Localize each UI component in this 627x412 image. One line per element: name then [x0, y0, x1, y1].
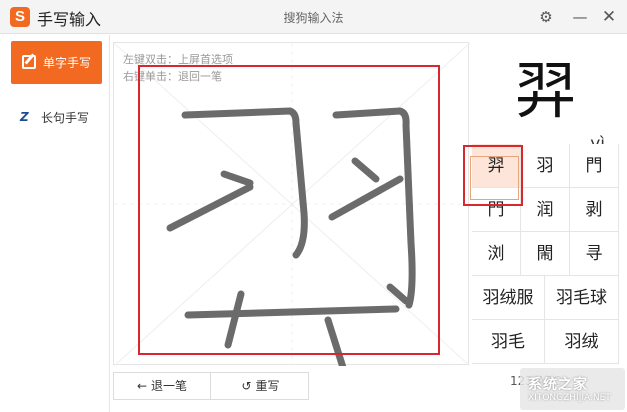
single-char-mode-button[interactable]: 单字手写: [11, 41, 102, 84]
candidate-cell[interactable]: 寻: [570, 232, 619, 276]
rotate-icon: ↺: [241, 379, 252, 393]
undo-stroke-label: 退一笔: [151, 379, 188, 393]
window-title: 搜狗输入法: [283, 11, 344, 25]
single-char-mode-label: 单字手写: [43, 56, 92, 70]
candidate-cell[interactable]: 浏: [472, 232, 521, 276]
watermark-text: 系统之家: [528, 377, 588, 393]
candidate-word-cell[interactable]: 羽毛球: [545, 276, 619, 320]
edit-icon: [22, 55, 36, 69]
candidate-word-cell[interactable]: 羽毛: [472, 320, 545, 364]
candidate-word-cell[interactable]: 羽绒: [545, 320, 619, 364]
candidate-word-cell[interactable]: 羽绒服: [472, 276, 545, 320]
annotation-box-canvas: [138, 65, 440, 355]
gear-icon[interactable]: ⚙: [534, 5, 558, 29]
annotation-box-candidate: [463, 145, 523, 206]
arrow-left-icon: ←: [136, 379, 148, 393]
canvas-buttons: ← 退一笔 ↺ 重写: [113, 372, 309, 400]
minimize-button[interactable]: —: [568, 5, 592, 29]
sentence-icon: Z: [20, 110, 29, 124]
close-button[interactable]: ✕: [597, 5, 621, 29]
sentence-mode-button[interactable]: Z 长句手写: [11, 105, 102, 129]
candidate-cell[interactable]: 剥: [570, 188, 619, 232]
sidebar: 单字手写 Z 长句手写: [0, 35, 110, 412]
preview-char: 羿: [514, 54, 577, 127]
rewrite-label: 重写: [255, 379, 280, 393]
undo-stroke-button[interactable]: ← 退一笔: [114, 373, 211, 399]
sentence-mode-label: 长句手写: [41, 111, 90, 125]
candidate-cell[interactable]: 門: [570, 144, 619, 188]
candidate-cell[interactable]: 润: [521, 188, 570, 232]
candidate-cell[interactable]: 羽: [521, 144, 570, 188]
watermark-logo: 系统之家 XITONGZHIJIA.NET: [520, 368, 625, 410]
recognition-preview: 羿 yì: [472, 42, 619, 154]
watermark-url: XITONGZHIJIA.NET: [528, 393, 611, 403]
candidate-cell[interactable]: 閙: [521, 232, 570, 276]
rewrite-button[interactable]: ↺ 重写: [212, 373, 309, 399]
handwriting-canvas[interactable]: 左键双击：上屏首选项 右键单击：退回一笔: [113, 42, 470, 366]
title-bar: S 手写输入 搜狗输入法 ⚙ — ✕: [0, 0, 627, 34]
